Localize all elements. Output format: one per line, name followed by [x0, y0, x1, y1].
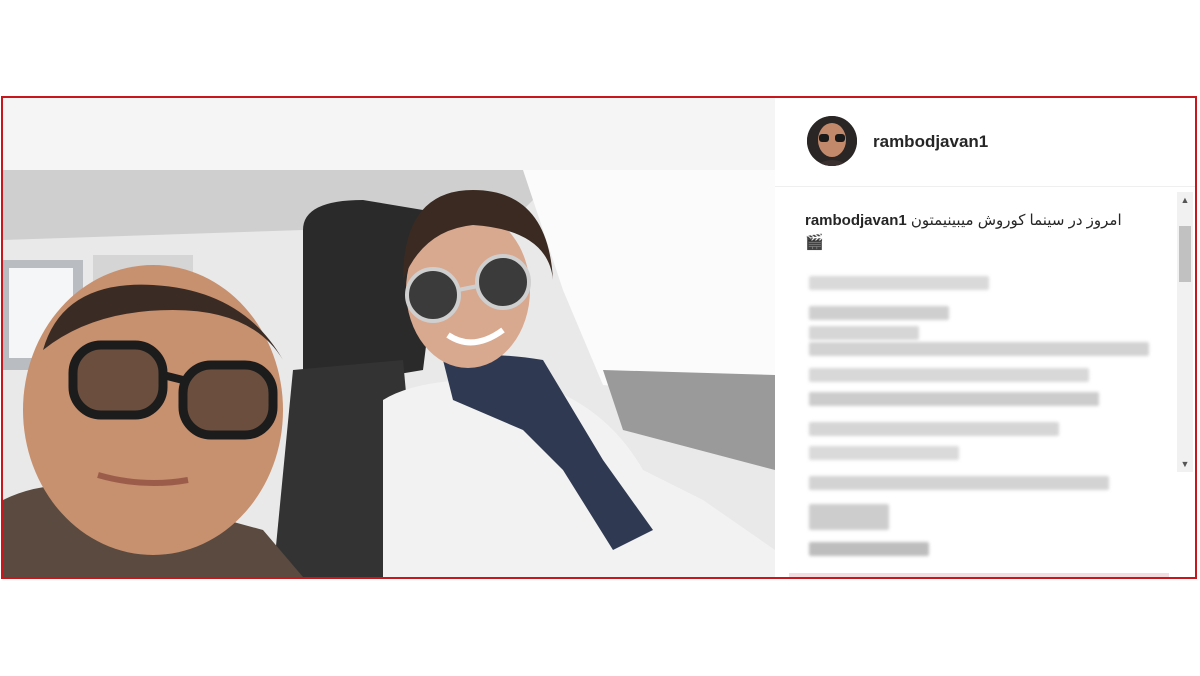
blurred-comment — [809, 392, 1099, 406]
bottom-strip — [789, 573, 1169, 577]
caption-emoji: 🎬 — [805, 234, 824, 251]
blurred-comment — [809, 504, 889, 530]
post-frame: rambodjavan1 rambodjavan1 امروز در سینما… — [1, 96, 1197, 579]
blurred-comment — [809, 542, 929, 556]
blurred-comment — [809, 446, 959, 460]
blurred-comment — [809, 306, 949, 320]
post-header: rambodjavan1 — [775, 98, 1195, 187]
photo-image — [3, 170, 775, 577]
arrow-down-icon[interactable]: ▼ — [1177, 456, 1193, 472]
blurred-comment — [809, 368, 1089, 382]
caption: rambodjavan1 امروز در سینما کوروش میبینی… — [805, 210, 1165, 254]
caption-text: امروز در سینما کوروش میبینیمتون — [910, 212, 1122, 229]
comments-scrollbar[interactable]: ▲ ▼ — [1177, 192, 1193, 472]
blurred-comment — [809, 326, 919, 340]
blurred-comment — [809, 476, 1109, 490]
caption-username[interactable]: rambodjavan1 — [805, 212, 907, 229]
blurred-comment — [809, 276, 989, 290]
username[interactable]: rambodjavan1 — [873, 132, 988, 152]
post-side-panel: rambodjavan1 rambodjavan1 امروز در سینما… — [775, 98, 1195, 577]
arrow-up-icon[interactable]: ▲ — [1177, 192, 1193, 208]
avatar[interactable] — [807, 116, 857, 166]
blurred-comment — [809, 422, 1059, 436]
post-photo[interactable] — [3, 98, 775, 577]
scroll-thumb[interactable] — [1179, 226, 1191, 282]
comments-area: rambodjavan1 امروز در سینما کوروش میبینی… — [789, 192, 1193, 572]
blurred-comment — [809, 342, 1149, 356]
photo-top-band — [3, 98, 775, 170]
